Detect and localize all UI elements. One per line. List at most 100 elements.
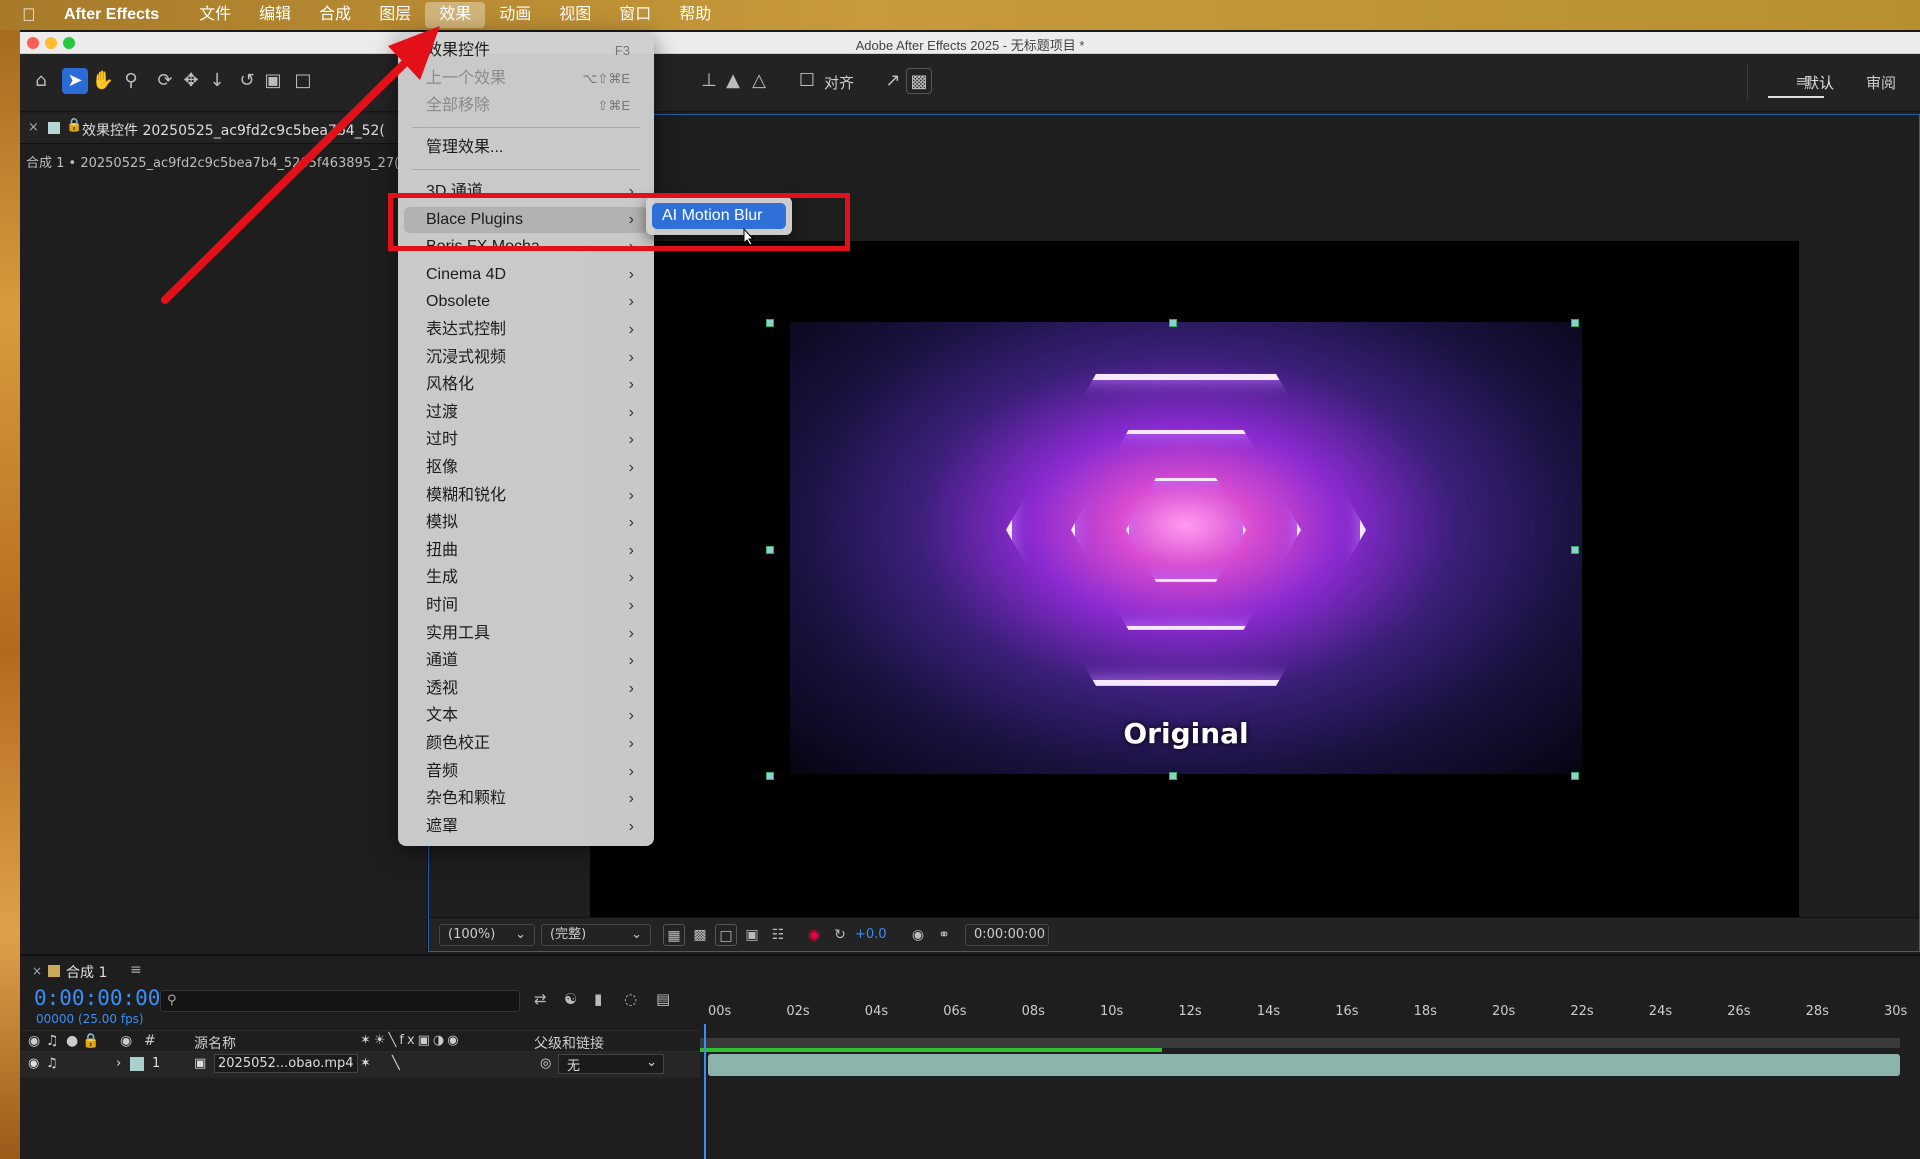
dolly-camera-icon[interactable]: ↓ xyxy=(204,68,230,94)
menu-item-category[interactable]: 透视 › xyxy=(404,676,648,702)
transform-handle[interactable] xyxy=(766,319,774,327)
audio-icon[interactable]: ♫ xyxy=(46,1033,59,1049)
lock-icon[interactable]: 🔒 xyxy=(82,1033,99,1049)
zoom-dropdown[interactable]: (100%) ⌄ xyxy=(439,924,535,946)
transform-handle[interactable] xyxy=(766,772,774,780)
menu-item-category[interactable]: 抠像 › xyxy=(404,455,648,481)
lock-icon[interactable]: 🔒 xyxy=(66,118,82,133)
axis-local-icon[interactable]: ⊥ xyxy=(696,68,722,94)
axis-world-icon[interactable]: ▲ xyxy=(720,68,746,94)
menu-item-category[interactable]: Cinema 4D › xyxy=(404,262,648,288)
workspace-default-tab[interactable]: 默认 xyxy=(1804,72,1834,93)
quality-switch-icon[interactable]: ╲ xyxy=(392,1056,400,1071)
transform-handle[interactable] xyxy=(1169,772,1177,780)
video-frame[interactable]: Original xyxy=(790,322,1582,774)
menu-view[interactable]: 视图 xyxy=(545,0,605,30)
workspace-menu-icon[interactable]: ≡ xyxy=(1795,72,1808,90)
effect-controls-tab[interactable]: × 🔒 效果控件 20250525_ac9fd2c9c5bea7b4_52( xyxy=(20,114,428,144)
menu-layer[interactable]: 图层 xyxy=(365,0,425,30)
graph-editor-icon[interactable]: ▤ xyxy=(656,990,670,1008)
menu-item-category[interactable]: 杂色和颗粒 › xyxy=(404,786,648,812)
zoom-tool-icon[interactable]: ⚲ xyxy=(118,68,144,94)
snapshot-camera-icon[interactable]: ◉ xyxy=(907,924,929,946)
apple-icon[interactable]:  xyxy=(22,5,48,26)
pan-behind-icon[interactable]: ▣ xyxy=(260,68,286,94)
current-time-display[interactable]: 0:00:00:00 xyxy=(34,986,160,1010)
grid-guides-icon[interactable]: ☷ xyxy=(767,924,789,946)
align-checkbox[interactable]: ☐ xyxy=(794,68,820,94)
layer-label-swatch[interactable] xyxy=(130,1057,144,1071)
menu-file[interactable]: 文件 xyxy=(185,0,245,30)
menu-help[interactable]: 帮助 xyxy=(665,0,725,30)
menu-item-category[interactable]: 表达式控制 › xyxy=(404,317,648,343)
menu-composition[interactable]: 合成 xyxy=(305,0,365,30)
hide-shy-layers-icon[interactable]: ▮ xyxy=(594,990,602,1008)
panel-menu-icon[interactable]: ≡ xyxy=(130,962,142,978)
menu-item-category[interactable]: 音频 › xyxy=(404,759,648,785)
rectangle-tool-icon[interactable]: □ xyxy=(290,68,316,94)
color-channels-icon[interactable]: ◉ xyxy=(803,924,825,946)
menu-window[interactable]: 窗口 xyxy=(605,0,665,30)
transparency-grid-icon[interactable]: ▩ xyxy=(689,924,711,946)
visibility-icon[interactable]: ◉ xyxy=(28,1056,39,1071)
expand-chevron-icon[interactable]: › xyxy=(116,1056,121,1071)
layer-duration-bar[interactable] xyxy=(708,1054,1900,1076)
menu-item-category[interactable]: 时间 › xyxy=(404,593,648,619)
close-tab-icon[interactable]: × xyxy=(32,964,42,978)
rotate-tool-icon[interactable]: ↺ xyxy=(234,68,260,94)
transform-handle[interactable] xyxy=(1571,772,1579,780)
menu-item-category[interactable]: 颜色校正 › xyxy=(404,731,648,757)
app-name-menu[interactable]: After Effects xyxy=(64,6,159,24)
menu-item-category[interactable]: 扭曲 › xyxy=(404,538,648,564)
menu-item-category[interactable]: 模糊和锐化 › xyxy=(404,483,648,509)
menu-item-category[interactable]: 模拟 › xyxy=(404,510,648,536)
solo-icon[interactable]: ● xyxy=(66,1033,78,1049)
axis-view-icon[interactable]: △ xyxy=(746,68,772,94)
playhead[interactable] xyxy=(704,1024,706,1159)
viewer-timecode[interactable]: 0:00:00:00 xyxy=(965,924,1049,946)
resolution-dropdown[interactable]: (完整) ⌄ xyxy=(541,924,651,946)
pan-camera-icon[interactable]: ✥ xyxy=(178,68,204,94)
close-tab-icon[interactable]: × xyxy=(28,120,39,135)
work-area-bar[interactable] xyxy=(700,1038,1900,1048)
menu-item-category[interactable]: 实用工具 › xyxy=(404,621,648,647)
shy-switch-icon[interactable]: ✶ xyxy=(360,1056,371,1071)
menu-item-manage-effects[interactable]: 管理效果... xyxy=(404,135,648,161)
frame-blending-icon[interactable]: ◌ xyxy=(624,990,637,1008)
menu-item-category[interactable]: 文本 › xyxy=(404,703,648,729)
pick-whip-icon[interactable]: ◎ xyxy=(540,1056,551,1071)
timeline-tab-label[interactable]: 合成 1 xyxy=(66,962,107,982)
transform-handle[interactable] xyxy=(1571,546,1579,554)
snapping-toggle-icon[interactable]: ▩ xyxy=(906,68,932,94)
visibility-icon[interactable]: ◉ xyxy=(28,1033,40,1049)
menu-item-effect-controls[interactable]: 效果控件 F3 xyxy=(404,38,648,64)
region-of-interest-icon[interactable]: ▣ xyxy=(741,924,763,946)
snap-icon[interactable]: ↗ xyxy=(880,68,906,94)
menu-item-category[interactable]: Obsolete › xyxy=(404,289,648,315)
orbit-camera-icon[interactable]: ⟳ xyxy=(152,68,178,94)
layer-search-input[interactable]: ⚲ xyxy=(160,990,520,1012)
transform-handle[interactable] xyxy=(1169,319,1177,327)
menu-item-category[interactable]: 风格化 › xyxy=(404,372,648,398)
exposure-value[interactable]: +0.0 xyxy=(855,927,887,942)
layer-name[interactable]: 2025052...obao.mp4 xyxy=(214,1054,358,1073)
label-tag-icon[interactable]: ◉ xyxy=(120,1033,132,1049)
workspace-review-tab[interactable]: 审阅 xyxy=(1866,72,1896,93)
audio-icon[interactable]: ♫ xyxy=(46,1056,58,1071)
mask-visibility-icon[interactable]: □ xyxy=(715,924,737,946)
transform-handle[interactable] xyxy=(766,546,774,554)
hand-tool-icon[interactable]: ✋ xyxy=(90,68,116,94)
menu-item-category[interactable]: 生成 › xyxy=(404,565,648,591)
transform-handle[interactable] xyxy=(1571,319,1579,327)
menu-edit[interactable]: 编辑 xyxy=(245,0,305,30)
source-name-header[interactable]: 源名称 xyxy=(194,1033,236,1053)
show-snapshot-icon[interactable]: ⚭ xyxy=(933,924,955,946)
draft-3d-icon[interactable]: ☯ xyxy=(564,990,577,1008)
menu-item-category[interactable]: 沉浸式视频 › xyxy=(404,345,648,371)
selection-tool-icon[interactable]: ➤ xyxy=(62,68,88,94)
time-ruler[interactable]: 00s 02s 04s 06s 08s 10s 12s 14s 16s 18s 20s 22s 24s 2… xyxy=(700,986,1920,1030)
fast-preview-icon[interactable]: ▦ xyxy=(663,924,685,946)
menu-animation[interactable]: 动画 xyxy=(485,0,545,30)
home-icon[interactable]: ⌂ xyxy=(28,68,54,94)
menu-item-category[interactable]: 遮罩 › xyxy=(404,814,648,840)
